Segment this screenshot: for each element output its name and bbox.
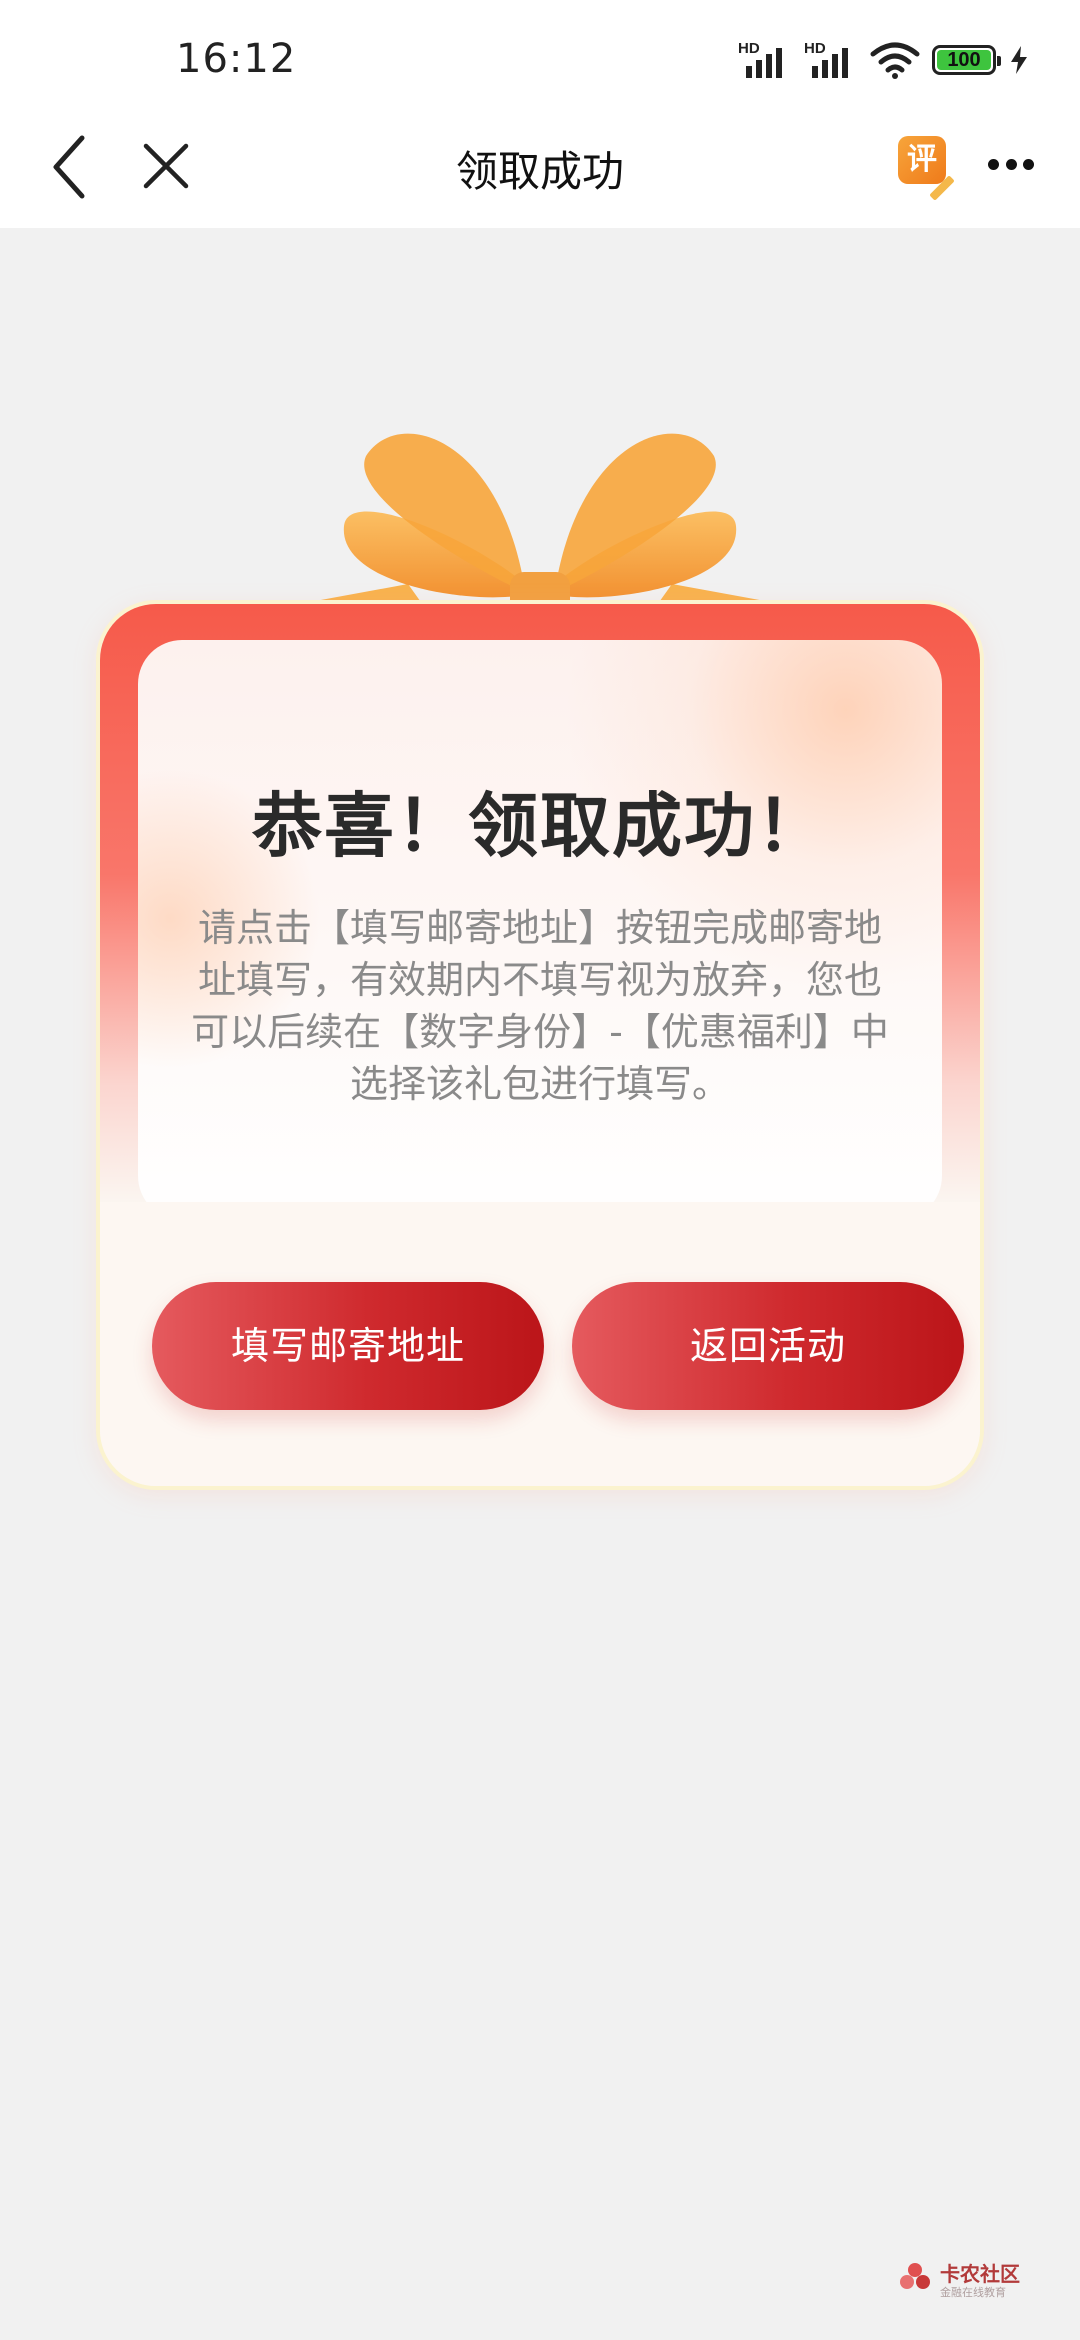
watermark-logo: 卡农社区 金融在线教育 — [898, 2258, 1058, 2308]
watermark-name: 卡农社区 — [940, 2262, 1020, 2286]
rate-icon[interactable]: 评 — [898, 130, 956, 201]
success-headline: 恭喜！领取成功！ — [252, 785, 828, 867]
status-icons: HD HD 100 — [738, 38, 1030, 82]
wifi-icon — [870, 42, 920, 79]
status-time: 16:12 — [176, 36, 297, 82]
battery-icon: 100 — [932, 45, 1001, 75]
rate-label: 评 — [898, 136, 946, 184]
gift-card: 恭喜！领取成功！ 请点击【填写邮寄地址】按钮完成邮寄地址填写，有效期内不填写视为… — [96, 600, 984, 1490]
kanong-logo-icon — [900, 2263, 930, 2289]
charging-icon — [1011, 46, 1027, 74]
more-icon[interactable] — [988, 154, 1034, 174]
status-bar: 16:12 HD HD 100 — [0, 0, 1080, 110]
battery-level: 100 — [937, 50, 991, 70]
nav-bar: 领取成功 评 — [0, 110, 1080, 228]
fill-address-button[interactable]: 填写邮寄地址 — [152, 1282, 544, 1410]
watermark-sub: 金融在线教育 — [940, 2286, 1006, 2299]
card-notch — [100, 1202, 980, 1244]
signal-icon: HD — [738, 40, 792, 80]
signal-icon: HD — [804, 40, 858, 80]
return-activity-button[interactable]: 返回活动 — [572, 1282, 964, 1410]
instruction-text: 请点击【填写邮寄地址】按钮完成邮寄地址填写，有效期内不填写视为放弃，您也可以后续… — [191, 906, 889, 1106]
